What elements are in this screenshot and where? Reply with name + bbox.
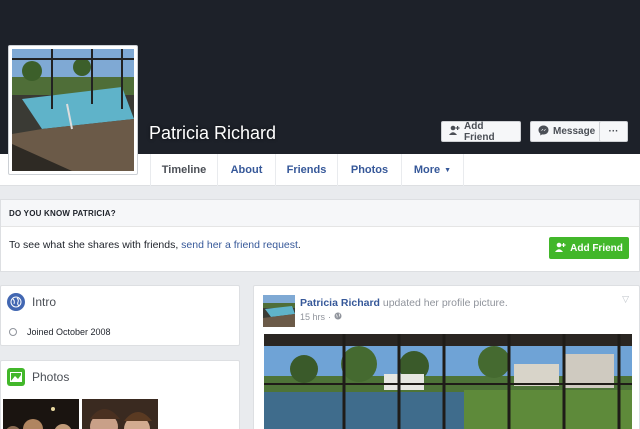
joined-date: Joined October 2008 bbox=[27, 327, 111, 337]
tab-more-label: More bbox=[413, 164, 441, 176]
photos-title: Photos bbox=[32, 370, 70, 384]
post-image[interactable] bbox=[264, 334, 632, 429]
post-avatar[interactable] bbox=[263, 295, 295, 327]
post-timestamp[interactable]: 15 hrs bbox=[300, 312, 325, 322]
post-author-link[interactable]: Patricia Richard bbox=[300, 297, 380, 309]
add-friend-label: Add Friend bbox=[464, 120, 495, 143]
photo-thumbnail[interactable] bbox=[3, 399, 79, 429]
tab-friends[interactable]: Friends bbox=[276, 154, 338, 186]
tab-about-label: About bbox=[230, 164, 263, 176]
globe-icon bbox=[7, 293, 25, 311]
tab-timeline-label: Timeline bbox=[161, 164, 207, 176]
tab-more[interactable]: More ▼ bbox=[402, 154, 464, 186]
separator-dot: · bbox=[328, 312, 332, 322]
know-text-after: . bbox=[297, 239, 301, 251]
messenger-icon bbox=[538, 125, 549, 139]
send-friend-request-link[interactable]: send her a friend request bbox=[181, 239, 298, 251]
post-options-chevron-icon[interactable]: ▽ bbox=[622, 294, 629, 305]
add-friend-icon bbox=[555, 242, 566, 255]
message-label: Message bbox=[553, 126, 596, 137]
clock-icon bbox=[9, 328, 17, 336]
photos-icon bbox=[7, 368, 25, 386]
add-friend-button[interactable]: Add Friend bbox=[441, 120, 521, 143]
public-icon bbox=[334, 312, 342, 322]
tab-about[interactable]: About bbox=[218, 154, 276, 186]
photo-thumbnail[interactable] bbox=[82, 399, 158, 429]
add-friend-green-button[interactable]: Add Friend bbox=[549, 237, 629, 259]
tab-photos[interactable]: Photos bbox=[338, 154, 402, 186]
know-text-before: To see what she shares with friends, bbox=[9, 239, 182, 251]
post-action-text: updated her profile picture. bbox=[379, 297, 508, 309]
do-you-know-text: To see what she shares with friends, sen… bbox=[9, 239, 301, 251]
photos-card: Photos bbox=[0, 360, 240, 429]
profile-picture[interactable] bbox=[8, 45, 138, 175]
more-options-button[interactable]: ··· bbox=[599, 121, 628, 142]
add-friend-icon bbox=[449, 125, 460, 138]
tab-photos-label: Photos bbox=[350, 164, 389, 176]
tab-timeline[interactable]: Timeline bbox=[150, 154, 218, 186]
post-meta: 15 hrs · bbox=[300, 312, 342, 322]
post-title: Patricia Richard updated her profile pic… bbox=[300, 297, 508, 309]
add-friend-green-label: Add Friend bbox=[570, 242, 623, 254]
caret-down-icon: ▼ bbox=[444, 166, 452, 174]
do-you-know-heading: DO YOU KNOW PATRICIA? bbox=[1, 200, 639, 227]
message-button[interactable]: Message bbox=[530, 121, 604, 142]
do-you-know-box: DO YOU KNOW PATRICIA? To see what she sh… bbox=[0, 199, 640, 272]
intro-title: Intro bbox=[32, 295, 57, 309]
profile-picture-image bbox=[12, 49, 134, 171]
post-card: Patricia Richard updated her profile pic… bbox=[253, 285, 640, 429]
profile-name[interactable]: Patricia Richard bbox=[149, 123, 276, 144]
tab-friends-label: Friends bbox=[286, 164, 327, 176]
intro-card: Intro Joined October 2008 bbox=[0, 285, 240, 346]
more-dots-icon: ··· bbox=[608, 126, 619, 137]
